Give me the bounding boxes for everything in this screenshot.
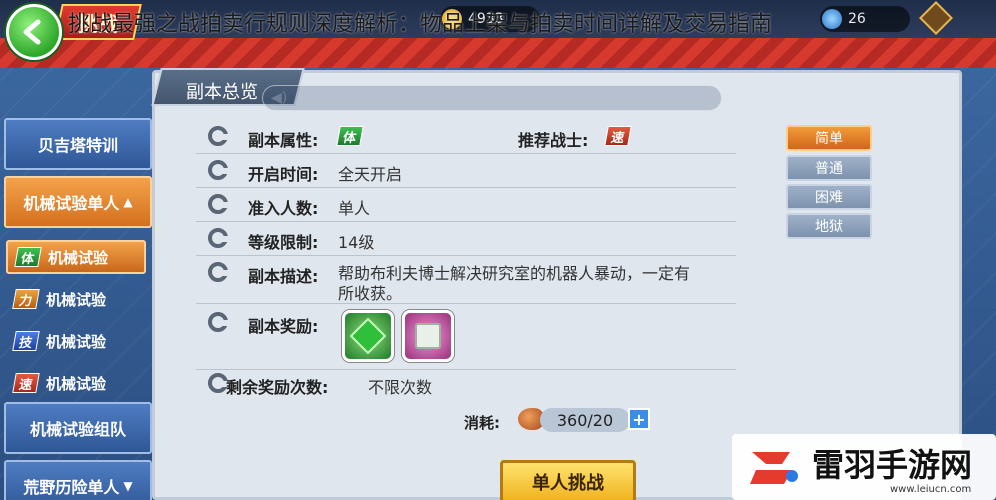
energy-value: 26	[848, 11, 866, 27]
menu-mech-solo[interactable]: 机械试验单人 ▲	[4, 176, 152, 228]
info-row-attribute: 副本属性: 体 推荐战士: 速	[196, 120, 736, 154]
watermark-url: www.leiucn.com	[890, 484, 972, 495]
site-logo-icon	[750, 452, 798, 484]
info-row-description: 副本描述: 帮助布利夫博士解决研究室的机器人暴动，一定有 所收获。	[196, 256, 736, 304]
elem-icon: 力	[12, 289, 40, 309]
attribute-speed-icon: 速	[604, 126, 632, 146]
back-button[interactable]	[6, 4, 62, 60]
sub-mech-3[interactable]: 技机械试验	[6, 324, 146, 358]
bullet-icon	[208, 228, 228, 248]
cost-value: 360/20	[540, 408, 630, 432]
difficulty-normal[interactable]: 普通	[786, 155, 872, 181]
reward-item-cash[interactable]	[402, 310, 454, 362]
speaker-icon: ◀)	[271, 90, 288, 106]
sub-mech-2[interactable]: 力机械试验	[6, 282, 146, 316]
reward-item-gem[interactable]	[342, 310, 394, 362]
sub-mech-1[interactable]: 体机械试验	[6, 240, 146, 274]
attribute-body-icon: 体	[336, 126, 364, 146]
panel-title: 副本总览	[186, 82, 258, 103]
difficulty-hell[interactable]: 地狱	[786, 213, 872, 239]
top-stripe	[0, 38, 996, 68]
watermark-text: 雷羽手游网	[812, 446, 973, 484]
cost-label: 消耗:	[464, 414, 500, 432]
solo-challenge-button[interactable]: 单人挑战	[500, 460, 636, 500]
back-arrow-icon	[23, 19, 41, 45]
chevron-up-icon: ▲	[123, 195, 133, 209]
energy-counter[interactable]: 26	[820, 6, 910, 32]
menu-wild-solo[interactable]: 荒野历险单人 ▼	[4, 460, 152, 500]
gem-icon	[349, 317, 387, 355]
chevron-down-icon: ▼	[123, 479, 133, 493]
info-row-open-time: 开启时间: 全天开启	[196, 154, 736, 188]
difficulty-hard[interactable]: 困难	[786, 184, 872, 210]
bullet-icon	[208, 194, 228, 214]
energy-icon	[822, 9, 842, 29]
info-row-remaining: 剩余奖励次数: 不限次数	[196, 370, 736, 400]
elem-icon: 速	[12, 373, 40, 393]
announcement-bar: ◀)	[262, 85, 722, 111]
bullet-icon	[208, 312, 228, 332]
cash-icon	[415, 323, 441, 349]
bullet-icon	[208, 126, 228, 146]
info-row-level: 等级限制: 14级	[196, 222, 736, 256]
menu-mech-team[interactable]: 机械试验组队	[4, 402, 152, 454]
watermark: 雷羽手游网 www.leiucn.com	[732, 434, 996, 500]
bullet-icon	[208, 160, 228, 180]
bullet-icon	[208, 373, 228, 393]
headline: 挑战最强之战拍卖行规则深度解析：物品上架与拍卖时间详解及交易指南	[68, 12, 773, 37]
elem-icon: 体	[14, 247, 42, 267]
sub-mech-4[interactable]: 速机械试验	[6, 366, 146, 400]
add-stamina-button[interactable]: +	[628, 408, 650, 430]
info-row-players: 准入人数: 单人	[196, 188, 736, 222]
difficulty-easy[interactable]: 简单	[786, 125, 872, 151]
bullet-icon	[208, 262, 228, 282]
info-row-rewards: 副本奖励:	[196, 304, 736, 370]
menu-beiji-training[interactable]: 贝吉塔特训	[4, 118, 152, 170]
elem-icon: 技	[12, 331, 40, 351]
